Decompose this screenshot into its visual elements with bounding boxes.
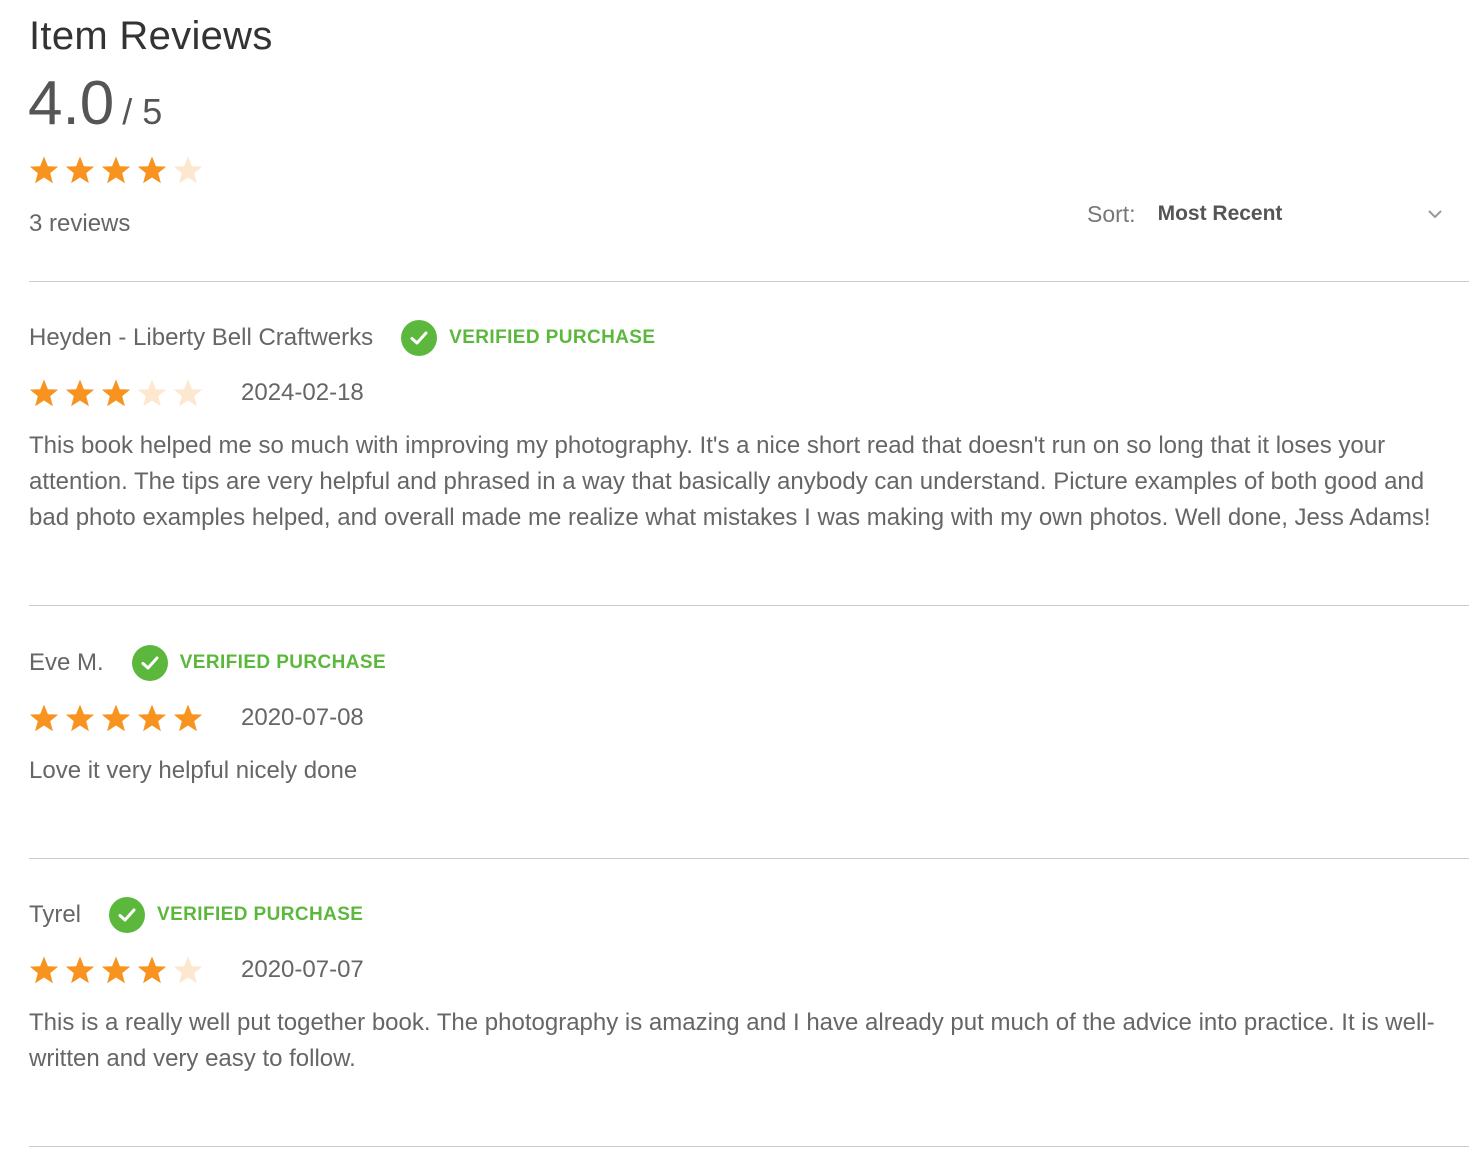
star-filled-icon [29,704,59,732]
star-empty-icon [173,156,203,184]
divider [29,281,1469,282]
reviews-title: Item Reviews [29,14,273,58]
chevron-down-icon [1427,210,1442,219]
sort-label: Sort: [1087,200,1136,227]
reviewer-name: Tyrel [29,901,82,928]
star-empty-icon [137,379,167,407]
star-filled-icon [173,704,203,732]
star-filled-icon [29,956,59,984]
sort-dropdown[interactable]: Most Recent [1158,197,1448,231]
check-circle-icon [401,320,438,356]
star-filled-icon [137,156,167,184]
verified-purchase-label: VERIFIED PURCHASE [179,652,387,673]
verified-purchase-label: VERIFIED PURCHASE [157,904,364,925]
score-max: / 5 [122,91,163,132]
star-empty-icon [173,956,203,984]
star-filled-icon [101,379,131,407]
reviewer-name: Heyden - Liberty Bell Craftwerks [29,324,374,351]
review-count: 3 reviews [29,210,131,237]
review-stars [29,703,203,733]
review-date: 2024-02-18 [241,379,364,406]
star-filled-icon [29,156,59,184]
check-circle-icon [131,645,168,681]
sort-control: Sort: Most Recent [1087,197,1448,231]
average-value: 4.0 [28,69,115,138]
star-filled-icon [65,956,95,984]
review-stars [29,378,203,408]
sort-selected-value: Most Recent [1157,202,1283,225]
star-filled-icon [137,704,167,732]
review-item: Tyrel VERIFIED PURCHASE 2020-07-07 This … [29,895,1449,1077]
divider [29,858,1469,859]
star-filled-icon [137,956,167,984]
divider [29,605,1469,606]
star-filled-icon [29,379,59,407]
average-stars [29,155,203,185]
review-text: This is a really well put together book.… [29,1009,1435,1072]
review-item: Heyden - Liberty Bell Craftwerks VERIFIE… [29,318,1449,536]
average-score: 4.0/ 5 [28,68,162,139]
star-filled-icon [65,379,95,407]
review-text: Love it very helpful nicely done [29,757,358,784]
star-filled-icon [101,156,131,184]
review-text: This book helped me so much with improvi… [29,432,1431,531]
star-filled-icon [65,704,95,732]
review-stars [29,955,203,985]
divider [29,1146,1469,1147]
review-date: 2020-07-07 [241,956,364,983]
verified-purchase-label: VERIFIED PURCHASE [449,327,656,348]
star-filled-icon [101,956,131,984]
reviewer-name: Eve M. [29,649,104,676]
star-filled-icon [101,704,131,732]
review-item: Eve M. VERIFIED PURCHASE 2020-07-08 Love… [29,643,1449,789]
star-filled-icon [65,156,95,184]
review-date: 2020-07-08 [241,704,364,731]
check-circle-icon [109,897,146,933]
star-empty-icon [173,379,203,407]
